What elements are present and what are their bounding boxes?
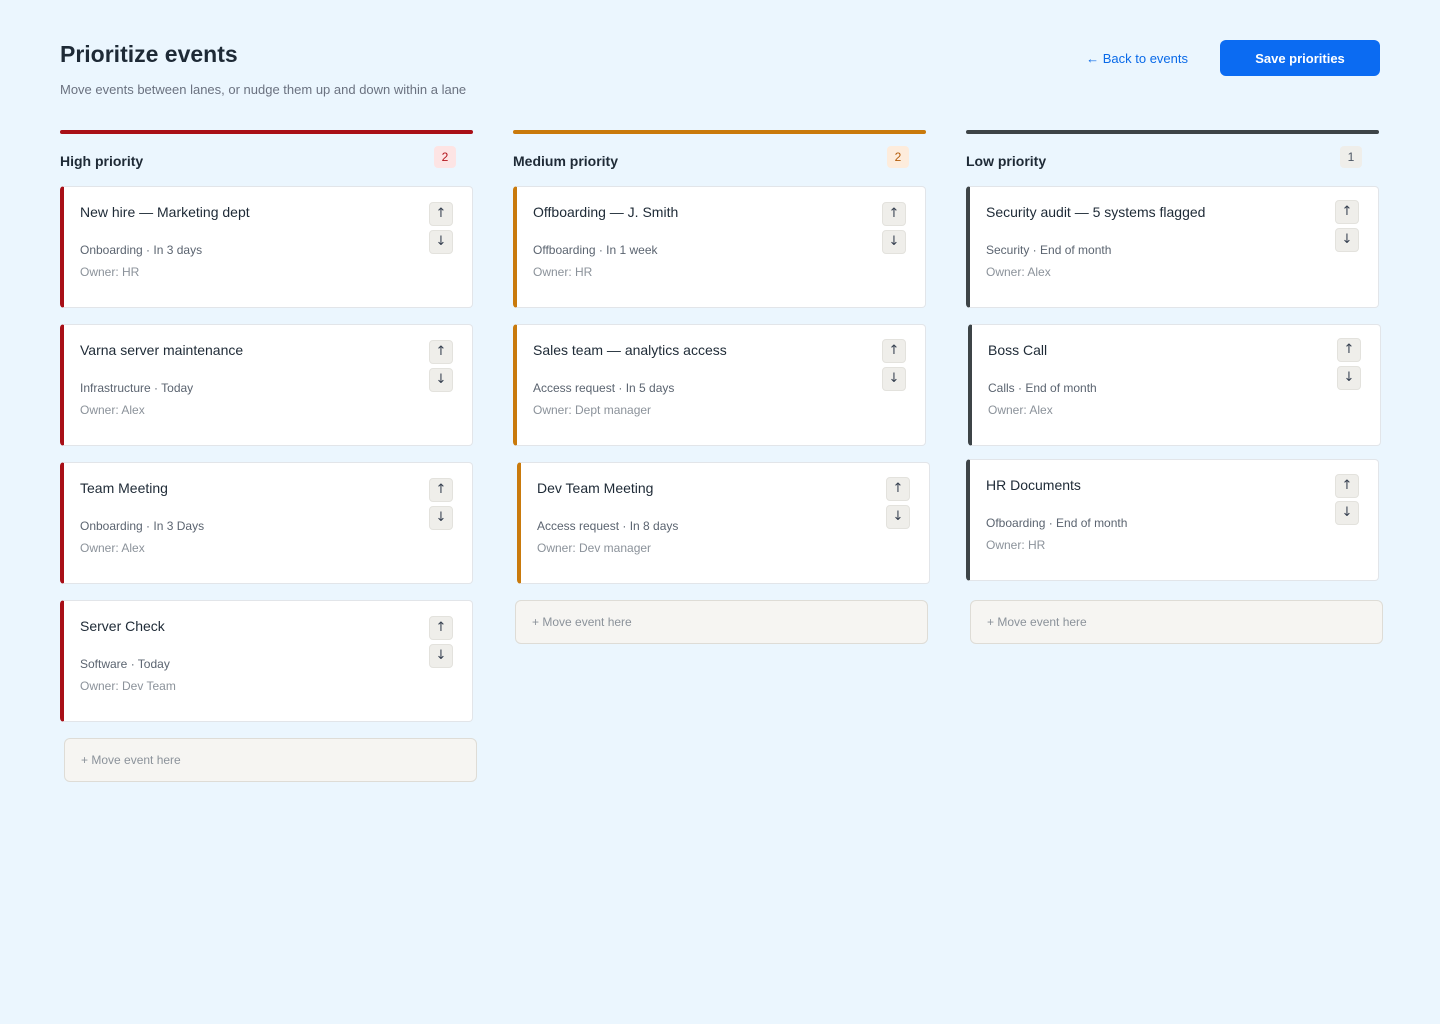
event-meta: Access request · In 8 days — [537, 519, 679, 533]
event-card[interactable]: Security audit — 5 systems flagged Secur… — [966, 186, 1379, 308]
event-title: Varna server maintenance — [80, 342, 244, 358]
lane-title: High priority — [60, 153, 144, 169]
event-meta: Infrastructure · Today — [80, 381, 194, 395]
lane-medium-priority: Medium priority 2 Offboarding — J. Smith… — [513, 130, 930, 644]
lane-count-badge: 1 — [1340, 146, 1362, 168]
move-down-arrow-icon[interactable]: ↓ — [429, 644, 453, 668]
move-up-arrow-icon[interactable]: ↑ — [429, 478, 453, 502]
event-title: Sales team — analytics access — [533, 342, 727, 358]
lane-high-priority: High priority 2 New hire — Marketing dep… — [60, 130, 477, 782]
event-meta: Ofboarding · End of month — [986, 516, 1128, 530]
move-up-arrow-icon[interactable]: ↑ — [429, 616, 453, 640]
move-down-arrow-icon[interactable]: ↓ — [429, 506, 453, 530]
move-down-arrow-icon[interactable]: ↓ — [1337, 366, 1361, 390]
move-down-arrow-icon[interactable]: ↓ — [886, 505, 910, 529]
move-up-arrow-icon[interactable]: ↑ — [1335, 474, 1359, 498]
event-owner: Owner: Alex — [80, 403, 145, 417]
event-card[interactable]: Boss Call Calls · End of month Owner: Al… — [968, 324, 1381, 446]
event-card[interactable]: Team Meeting Onboarding · In 3 Days Owne… — [60, 462, 473, 584]
event-owner: Owner: Dev Team — [80, 679, 176, 693]
event-meta: Calls · End of month — [988, 381, 1097, 395]
event-owner: Owner: Dev manager — [537, 541, 652, 555]
event-title: New hire — Marketing dept — [80, 204, 250, 220]
event-owner: Owner: Dept manager — [533, 403, 652, 417]
event-card[interactable]: New hire — Marketing dept Onboarding · I… — [60, 186, 473, 308]
move-up-arrow-icon[interactable]: ↑ — [882, 202, 906, 226]
event-meta: Software · Today — [80, 657, 170, 671]
event-card[interactable]: Sales team — analytics access Access req… — [513, 324, 926, 446]
move-up-arrow-icon[interactable]: ↑ — [886, 477, 910, 501]
lane-header: Medium priority 2 — [513, 134, 926, 186]
lane-title: Medium priority — [513, 153, 619, 169]
move-down-arrow-icon[interactable]: ↓ — [429, 368, 453, 392]
save-priorities-button[interactable]: Save priorities — [1220, 40, 1380, 76]
event-title: Offboarding — J. Smith — [533, 204, 679, 220]
event-meta: Offboarding · In 1 week — [533, 243, 658, 257]
event-title: HR Documents — [986, 477, 1081, 493]
event-title: Security audit — 5 systems flagged — [986, 204, 1206, 220]
event-card[interactable]: Offboarding — J. Smith Offboarding · In … — [513, 186, 926, 308]
event-owner: Owner: Alex — [986, 265, 1051, 279]
event-card[interactable]: HR Documents Ofboarding · End of month O… — [966, 459, 1379, 581]
move-down-arrow-icon[interactable]: ↓ — [429, 230, 453, 254]
event-owner: Owner: HR — [986, 538, 1046, 552]
lane-count-badge: 2 — [887, 146, 909, 168]
event-card[interactable]: Server Check Software · Today Owner: Dev… — [60, 600, 473, 722]
back-to-events-link[interactable]: ← Back to events — [1086, 51, 1188, 67]
event-card[interactable]: Dev Team Meeting Access request · In 8 d… — [517, 462, 930, 584]
move-up-arrow-icon[interactable]: ↑ — [429, 202, 453, 226]
move-down-arrow-icon[interactable]: ↓ — [882, 367, 906, 391]
event-title: Dev Team Meeting — [537, 480, 654, 496]
event-owner: Owner: HR — [533, 265, 593, 279]
move-up-arrow-icon[interactable]: ↑ — [882, 339, 906, 363]
move-event-drop-zone[interactable]: + Move event here — [515, 600, 928, 644]
move-event-drop-zone[interactable]: + Move event here — [64, 738, 477, 782]
move-up-arrow-icon[interactable]: ↑ — [1335, 200, 1359, 224]
move-up-arrow-icon[interactable]: ↑ — [429, 340, 453, 364]
event-meta: Onboarding · In 3 days — [80, 243, 203, 257]
move-down-arrow-icon[interactable]: ↓ — [882, 230, 906, 254]
event-title: Boss Call — [988, 342, 1048, 358]
event-title: Server Check — [80, 618, 165, 634]
event-card[interactable]: Varna server maintenance Infrastructure … — [60, 324, 473, 446]
event-owner: Owner: Alex — [988, 403, 1053, 417]
page-header: Prioritize events Move events between la… — [60, 40, 1380, 100]
lane-title: Low priority — [966, 153, 1047, 169]
lane-header: Low priority 1 — [966, 134, 1379, 186]
lane-count-badge: 2 — [434, 146, 456, 168]
event-title: Team Meeting — [80, 480, 168, 496]
move-event-drop-zone[interactable]: + Move event here — [970, 600, 1383, 644]
event-owner: Owner: Alex — [80, 541, 145, 555]
lane-low-priority: Low priority 1 Security audit — 5 system… — [966, 130, 1383, 644]
event-meta: Access request · In 5 days — [533, 381, 675, 395]
move-down-arrow-icon[interactable]: ↓ — [1335, 228, 1359, 252]
event-meta: Onboarding · In 3 Days — [80, 519, 205, 533]
event-owner: Owner: HR — [80, 265, 140, 279]
move-up-arrow-icon[interactable]: ↑ — [1337, 338, 1361, 362]
lane-header: High priority 2 — [60, 134, 473, 186]
event-meta: Security · End of month — [986, 243, 1112, 257]
move-down-arrow-icon[interactable]: ↓ — [1335, 501, 1359, 525]
page-subtitle: Move events between lanes, or nudge them… — [60, 82, 467, 97]
